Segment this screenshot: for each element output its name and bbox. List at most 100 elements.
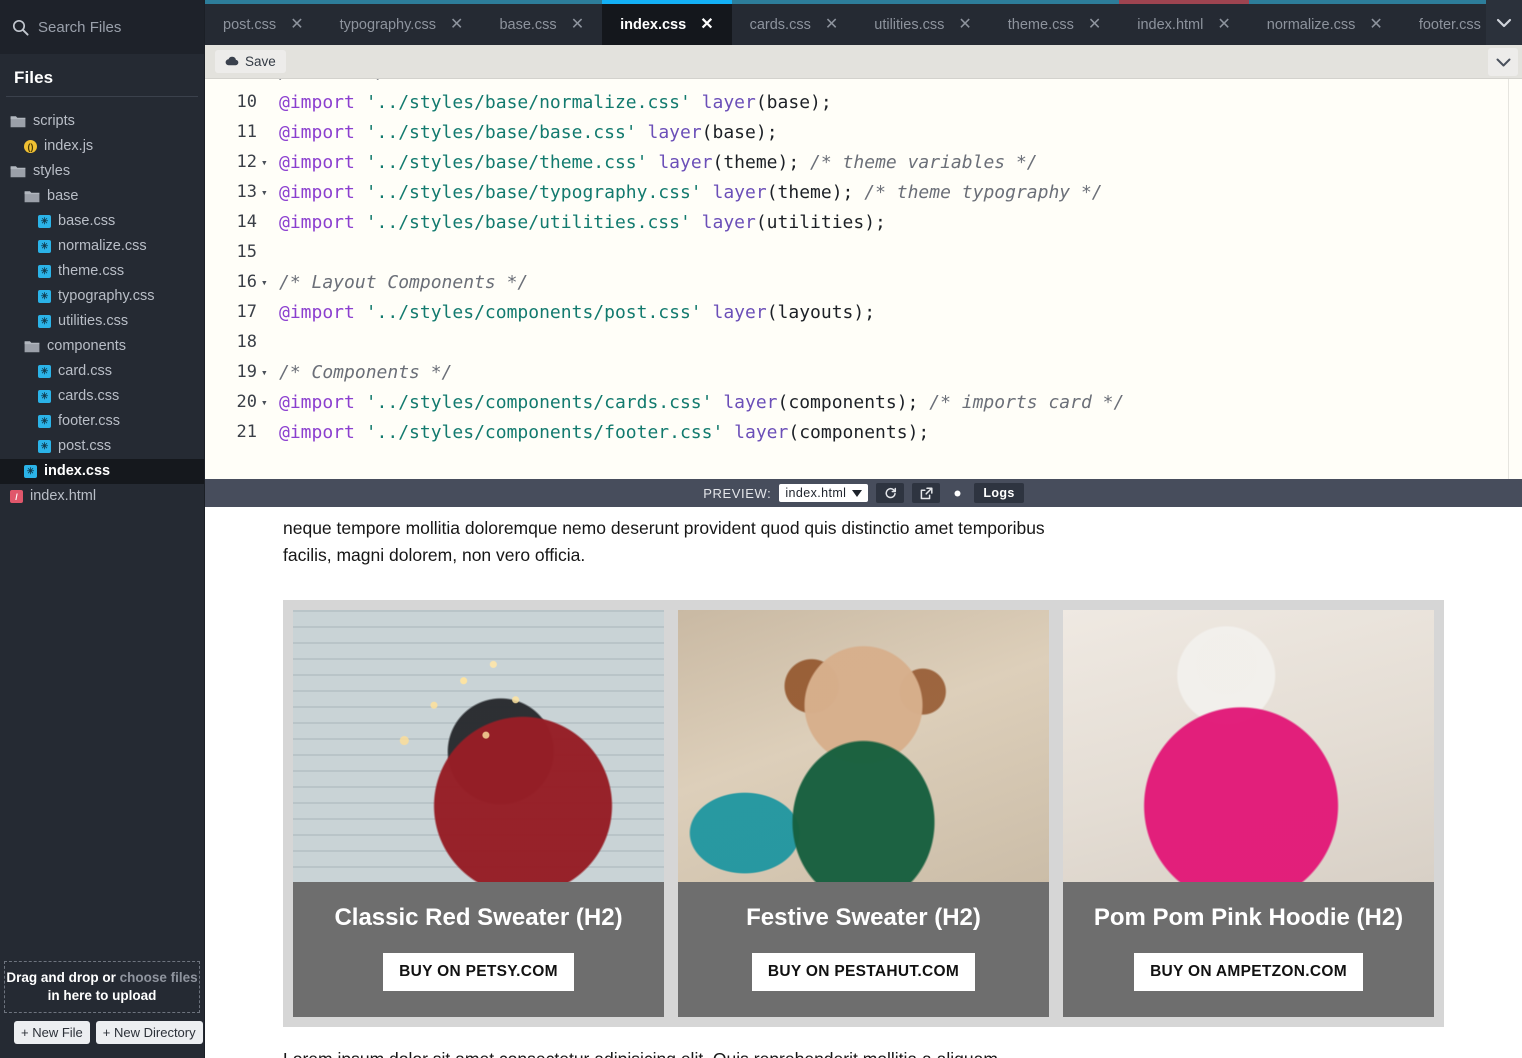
- fold-marker-icon[interactable]: ▾: [261, 396, 273, 409]
- tree-item-label: index.html: [30, 489, 96, 504]
- chevron-down-icon: [852, 490, 862, 497]
- tab-overflow-button[interactable]: [1486, 0, 1522, 45]
- preview-file-select[interactable]: index.html: [779, 484, 868, 502]
- code-line[interactable]: 21@import '../styles/components/footer.c…: [205, 417, 1522, 447]
- preview-open-external-button[interactable]: [912, 483, 940, 503]
- tab-label: index.css: [620, 17, 686, 33]
- fold-marker-icon[interactable]: ▾: [261, 366, 273, 379]
- code-line[interactable]: 15: [205, 237, 1522, 267]
- code-line[interactable]: 19▾/* Components */: [205, 357, 1522, 387]
- line-number: 20: [205, 392, 261, 412]
- code-line[interactable]: 18: [205, 327, 1522, 357]
- tab-close-icon[interactable]: ✕: [958, 17, 971, 33]
- tree-item-label: index.js: [44, 139, 93, 154]
- css-file-icon: ✳: [38, 290, 51, 303]
- tree-item-typography-css[interactable]: ✳ typography.css: [0, 284, 204, 309]
- chevron-down-icon: [1496, 58, 1511, 67]
- product-buy-button[interactable]: BUY ON PESTAHUT.COM: [752, 953, 975, 991]
- fold-marker-icon[interactable]: ▾: [261, 156, 273, 169]
- tab-base-css[interactable]: base.css✕: [481, 0, 602, 45]
- editor-scrollbar[interactable]: [1508, 79, 1522, 479]
- code-line[interactable]: 13▾@import '../styles/base/typography.cs…: [205, 177, 1522, 207]
- preview-status-dot[interactable]: [948, 490, 966, 497]
- tree-item-styles[interactable]: styles: [0, 159, 204, 184]
- tab-label: footer.css: [1419, 17, 1481, 33]
- tree-item-label: typography.css: [58, 289, 154, 304]
- new-file-button[interactable]: + New File: [14, 1021, 90, 1044]
- editor-tab-bar: post.css✕typography.css✕base.css✕index.c…: [205, 0, 1522, 45]
- css-file-icon: ✳: [38, 440, 51, 453]
- editor-options-dropdown[interactable]: [1488, 48, 1518, 76]
- tree-item-components[interactable]: components: [0, 334, 204, 359]
- folder-icon: [10, 165, 26, 178]
- tree-item-index-html[interactable]: /index.html: [0, 484, 204, 509]
- tree-item-base[interactable]: base: [0, 184, 204, 209]
- code-text: @import '../styles/base/utilities.css' l…: [273, 212, 886, 233]
- tree-item-index-js[interactable]: ()index.js: [0, 134, 204, 159]
- preview-file-select-value: index.html: [785, 486, 846, 500]
- tree-item-scripts[interactable]: scripts: [0, 109, 204, 134]
- tab-close-icon[interactable]: ✕: [571, 17, 584, 33]
- tree-item-index-css[interactable]: ✳index.css: [0, 459, 204, 484]
- tab-close-icon[interactable]: ✕: [1217, 17, 1230, 33]
- code-line[interactable]: 20▾@import '../styles/components/cards.c…: [205, 387, 1522, 417]
- tab-index-html[interactable]: index.html✕: [1119, 0, 1249, 45]
- code-line[interactable]: 17@import '../styles/components/post.css…: [205, 297, 1522, 327]
- tree-item-card-css[interactable]: ✳card.css: [0, 359, 204, 384]
- tab-label: normalize.css: [1267, 17, 1356, 33]
- new-directory-button[interactable]: + New Directory: [96, 1021, 203, 1044]
- file-dropzone[interactable]: Drag and drop or choose files in here to…: [4, 961, 200, 1013]
- preview-label: PREVIEW:: [703, 486, 771, 501]
- code-lines[interactable]: 9/* Base */10@import '../styles/base/nor…: [205, 79, 1522, 447]
- code-line[interactable]: 12▾@import '../styles/base/theme.css' la…: [205, 147, 1522, 177]
- preview-logs-button[interactable]: Logs: [974, 483, 1023, 503]
- code-line[interactable]: 9/* Base */: [205, 79, 1522, 87]
- tree-item-footer-css[interactable]: ✳footer.css: [0, 409, 204, 434]
- code-line[interactable]: 10@import '../styles/base/normalize.css'…: [205, 87, 1522, 117]
- preview-refresh-button[interactable]: [876, 483, 904, 503]
- search-files-row[interactable]: [0, 0, 204, 54]
- tab-index-css[interactable]: index.css ✕: [602, 0, 732, 45]
- code-editor[interactable]: 9/* Base */10@import '../styles/base/nor…: [205, 79, 1522, 479]
- tab-close-icon[interactable]: ✕: [700, 17, 713, 33]
- tab-post-css[interactable]: post.css✕: [205, 0, 322, 45]
- line-number: 19: [205, 362, 261, 382]
- tab-theme-css[interactable]: theme.css✕: [990, 0, 1120, 45]
- tab-close-icon[interactable]: ✕: [290, 17, 303, 33]
- tab-close-icon[interactable]: ✕: [1369, 17, 1382, 33]
- tab-typography-css[interactable]: typography.css✕: [322, 0, 482, 45]
- preview-pane[interactable]: neque tempore mollitia doloremque nemo d…: [205, 507, 1522, 1058]
- fold-marker-icon[interactable]: ▾: [261, 186, 273, 199]
- tab-utilities-css[interactable]: utilities.css✕: [856, 0, 990, 45]
- tab-normalize-css[interactable]: normalize.css ✕: [1249, 0, 1401, 45]
- code-line[interactable]: 16▾/* Layout Components */: [205, 267, 1522, 297]
- tree-item-label: base: [47, 189, 78, 204]
- line-number: 12: [205, 152, 261, 172]
- tree-item-normalize-css[interactable]: ✳normalize.css: [0, 234, 204, 259]
- search-input[interactable]: [38, 19, 192, 36]
- product-buy-button[interactable]: BUY ON AMPETZON.COM: [1134, 953, 1363, 991]
- tab-close-icon[interactable]: ✕: [1088, 17, 1101, 33]
- tab-close-icon[interactable]: ✕: [450, 17, 463, 33]
- dropzone-choose-files-link[interactable]: choose files: [116, 970, 198, 985]
- code-line[interactable]: 11@import '../styles/base/base.css' laye…: [205, 117, 1522, 147]
- code-line[interactable]: 14@import '../styles/base/utilities.css'…: [205, 207, 1522, 237]
- fold-marker-icon[interactable]: ▾: [261, 276, 273, 289]
- tree-item-base-css[interactable]: ✳base.css: [0, 209, 204, 234]
- product-buy-button[interactable]: BUY ON PETSY.COM: [383, 953, 574, 991]
- tab-cards-css[interactable]: cards.css✕: [732, 0, 857, 45]
- css-file-icon: ✳: [38, 415, 51, 428]
- tree-item-utilities-css[interactable]: ✳utilities.css: [0, 309, 204, 334]
- tree-item-cards-css[interactable]: ✳cards.css: [0, 384, 204, 409]
- tree-item-theme-css[interactable]: ✳theme.css: [0, 259, 204, 284]
- save-button[interactable]: Save: [215, 50, 286, 73]
- product-card: Festive Sweater (H2)BUY ON PESTAHUT.COM: [678, 610, 1049, 1017]
- code-text: /* Components */: [273, 362, 452, 383]
- tree-item-post-css[interactable]: ✳post.css: [0, 434, 204, 459]
- status-dot-icon: [954, 490, 961, 497]
- open-external-icon: [920, 487, 933, 500]
- css-file-icon: ✳: [38, 215, 51, 228]
- tree-item-label: components: [47, 339, 126, 354]
- tree-item-label: scripts: [33, 114, 75, 129]
- tab-close-icon[interactable]: ✕: [825, 17, 838, 33]
